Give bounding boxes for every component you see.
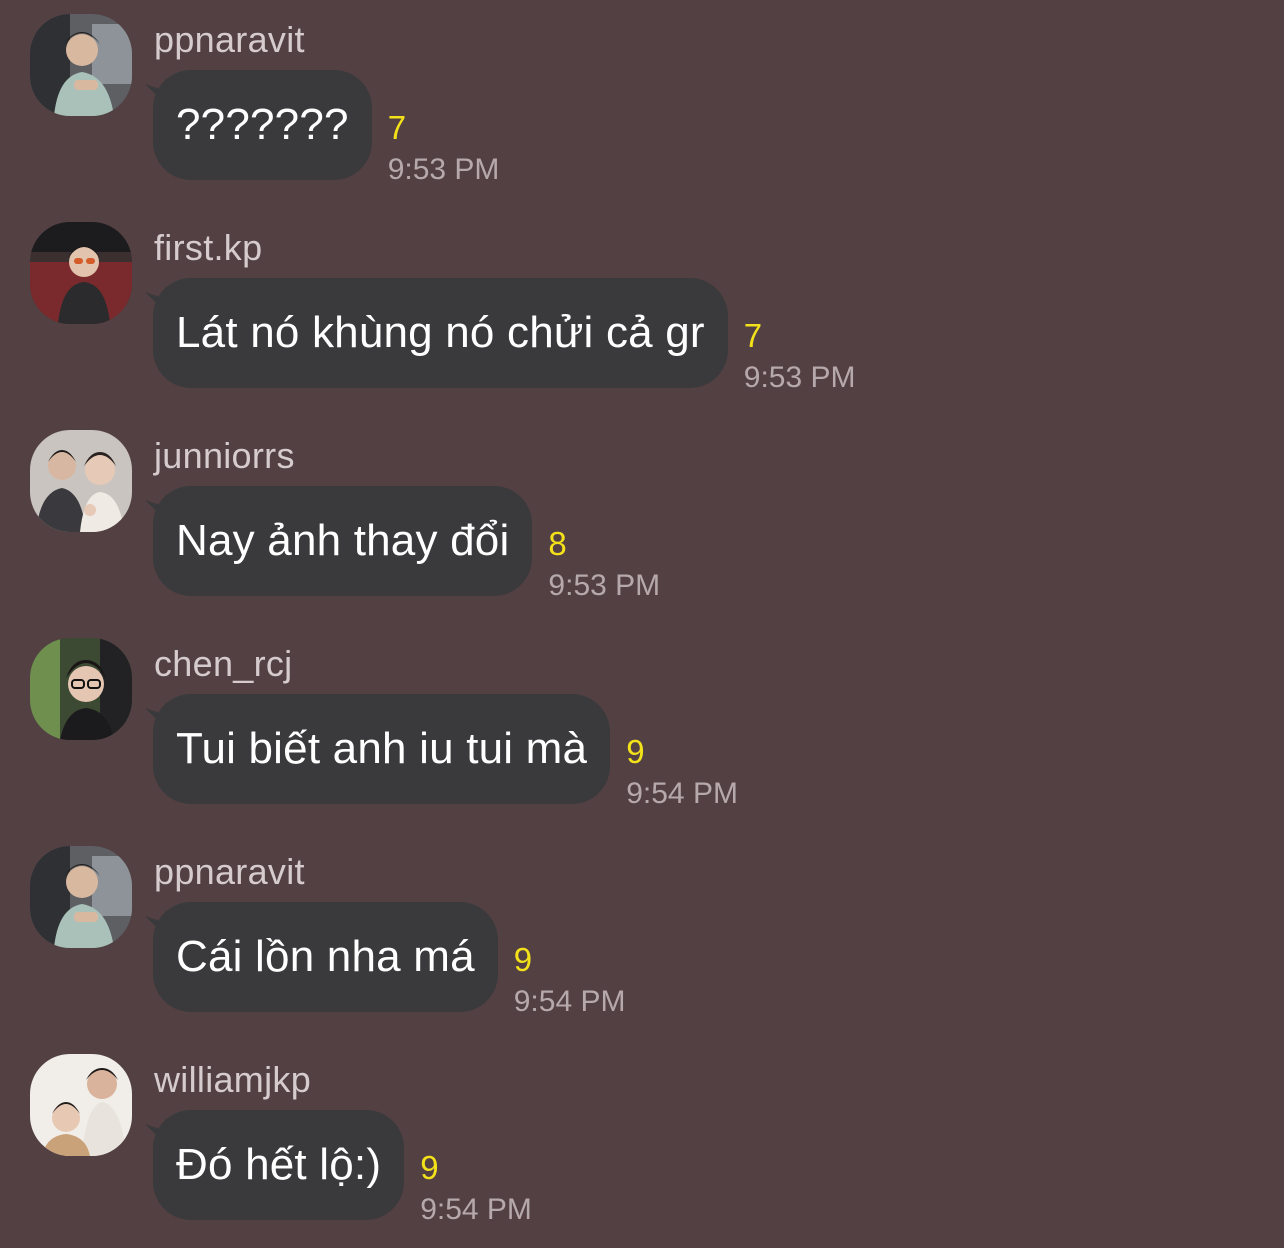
unread-count: 8 xyxy=(548,525,567,562)
message-item: ppnaravit Cái lồn nha má 9 9:54 PM xyxy=(0,832,1284,1040)
message-item: chen_rcj Tui biết anh iu tui mà 9 9:54 P… xyxy=(0,624,1284,832)
sender-name: ppnaravit xyxy=(154,851,305,892)
message-bubble[interactable]: Tui biết anh iu tui mà xyxy=(153,694,611,804)
message-bubble[interactable]: ??????? xyxy=(153,70,372,180)
message-time: 9:53 PM xyxy=(743,361,856,394)
unread-count: 9 xyxy=(420,1149,439,1186)
sender-name: first.kp xyxy=(154,227,263,268)
message-time: 9:53 PM xyxy=(387,153,500,186)
message-time: 9:54 PM xyxy=(626,777,738,810)
message-bubble[interactable]: Nay ảnh thay đổi xyxy=(153,486,533,596)
message-meta: 9 9:54 PM xyxy=(420,1110,532,1230)
chat-message-list[interactable]: ppnaravit ??????? 7 9:53 PM first.kp Lát… xyxy=(0,0,1284,1241)
message-item: ppnaravit ??????? 7 9:53 PM xyxy=(0,0,1284,208)
message-item: williamjkp Đó hết lộ:) 9 9:54 PM xyxy=(0,1040,1284,1248)
message-bubble-group: Cái lồn nha má 9 9:54 PM xyxy=(145,902,625,1018)
bubble-tail-icon xyxy=(145,708,169,732)
message-bubble-group: Tui biết anh iu tui mà 9 9:54 PM xyxy=(145,694,738,810)
message-meta: 9 9:54 PM xyxy=(626,694,738,814)
message-bubble-group: Đó hết lộ:) 9 9:54 PM xyxy=(145,1110,532,1226)
message-bubble-group: Nay ảnh thay đổi 8 9:53 PM xyxy=(145,486,660,602)
message-meta: 7 9:53 PM xyxy=(744,278,856,398)
message-bubble-group: Lát nó khùng nó chửi cả gr 7 9:53 PM xyxy=(145,278,856,394)
unread-count: 7 xyxy=(743,317,763,354)
bubble-tail-icon xyxy=(145,84,169,108)
message-bubble[interactable]: Đó hết lộ:) xyxy=(153,1110,405,1220)
message-meta: 7 9:53 PM xyxy=(388,70,500,190)
bubble-tail-icon xyxy=(145,292,169,316)
avatar-icon[interactable] xyxy=(30,1054,132,1156)
avatar-icon[interactable] xyxy=(30,638,132,740)
message-bubble-group: ??????? 7 9:53 PM xyxy=(145,70,499,186)
sender-name: williamjkp xyxy=(154,1059,312,1100)
sender-name: ppnaravit xyxy=(154,19,305,60)
message-bubble[interactable]: Lát nó khùng nó chửi cả gr xyxy=(153,278,728,388)
bubble-tail-icon xyxy=(145,1124,169,1148)
message-bubble[interactable]: Cái lồn nha má xyxy=(153,902,498,1012)
message-time: 9:53 PM xyxy=(548,569,661,602)
avatar-icon[interactable] xyxy=(30,430,132,532)
message-item: first.kp Lát nó khùng nó chửi cả gr 7 9:… xyxy=(0,208,1284,416)
unread-count: 9 xyxy=(513,941,533,978)
unread-count: 9 xyxy=(626,733,645,770)
sender-name: junniorrs xyxy=(154,435,295,476)
message-meta: 8 9:53 PM xyxy=(548,486,660,606)
bubble-tail-icon xyxy=(145,916,169,940)
message-time: 9:54 PM xyxy=(513,985,626,1018)
avatar-icon[interactable] xyxy=(30,14,132,116)
bubble-tail-icon xyxy=(145,500,169,524)
avatar-icon[interactable] xyxy=(30,846,132,948)
message-time: 9:54 PM xyxy=(420,1193,532,1226)
avatar-icon[interactable] xyxy=(30,222,132,324)
unread-count: 7 xyxy=(387,109,407,146)
message-meta: 9 9:54 PM xyxy=(514,902,626,1022)
sender-name: chen_rcj xyxy=(154,643,293,684)
message-item: junniorrs Nay ảnh thay đổi 8 9:53 PM xyxy=(0,416,1284,624)
